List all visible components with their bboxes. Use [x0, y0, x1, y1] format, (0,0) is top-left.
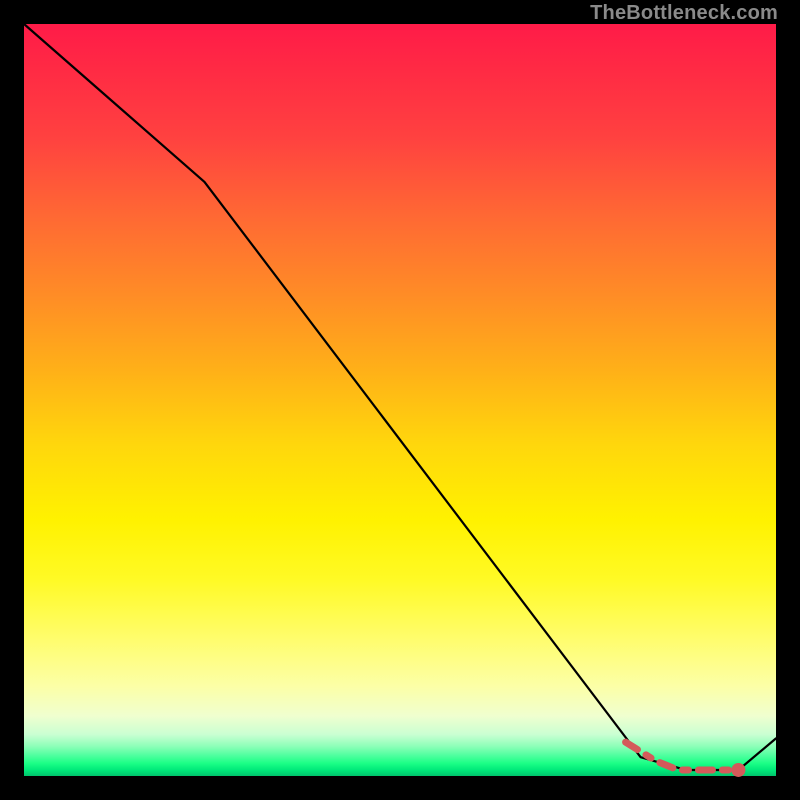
curve-svg [24, 24, 776, 776]
plot-area [24, 24, 776, 776]
optimal-region-endpoint-dot [731, 763, 745, 777]
optimal-region-dash [626, 742, 739, 770]
attribution-label: TheBottleneck.com [590, 2, 778, 25]
chart-stage: TheBottleneck.com [0, 0, 800, 800]
bottleneck-curve [24, 24, 776, 770]
